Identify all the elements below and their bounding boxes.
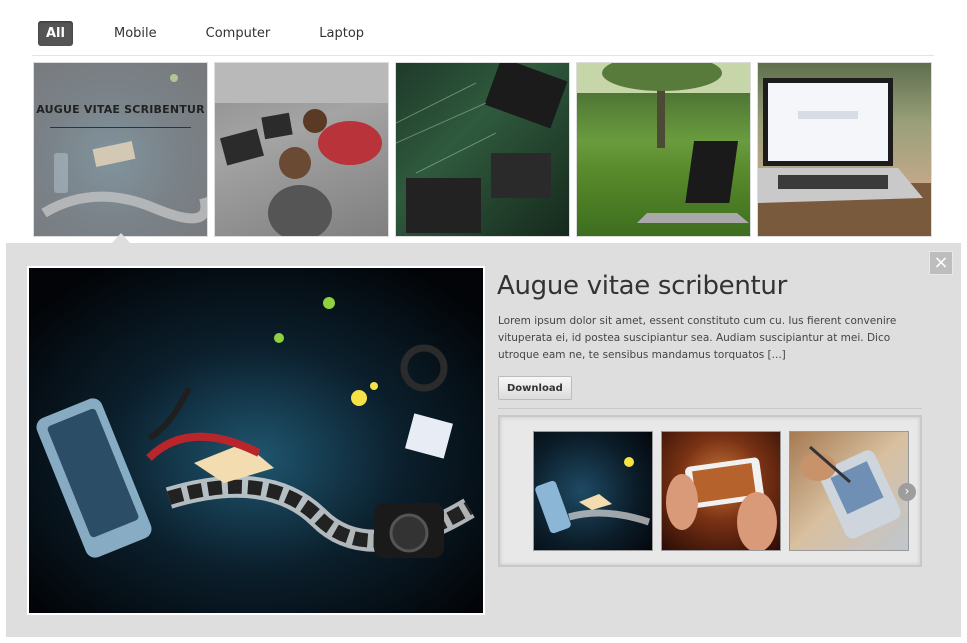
active-item-pointer (112, 233, 130, 243)
grid-item-laptop-grass[interactable] (576, 62, 751, 237)
close-icon[interactable]: × (929, 251, 953, 275)
laptop-grass-thumb-image (577, 63, 750, 223)
title-underline (50, 127, 191, 128)
filter-laptop[interactable]: Laptop (311, 21, 372, 46)
carousel-phone-image (666, 457, 777, 550)
detail-hero-image (27, 266, 485, 615)
circuit-board-thumb-image (396, 63, 568, 233)
expanded-detail-panel: × Augue vitae scribentur Lorem ipsum dol… (6, 243, 961, 637)
filter-mobile[interactable]: Mobile (106, 21, 165, 46)
detail-title: Augue vitae scribentur (497, 271, 788, 301)
kids-laptop-thumb-image (215, 63, 388, 236)
grid-item-multimedia[interactable]: AUGUE VITAE SCRIBENTUR (33, 62, 208, 237)
hover-overlay (34, 63, 207, 236)
multimedia-hero-illustration (29, 268, 483, 613)
download-button[interactable]: Download (498, 376, 572, 400)
portfolio-gallery: All Mobile Computer Laptop AUGUE VITAE S… (0, 0, 967, 643)
thumbnail-grid: AUGUE VITAE SCRIBENTUR (33, 62, 938, 237)
grid-item-macbook-google[interactable] (757, 62, 932, 237)
carousel-thumb-multimedia[interactable] (533, 431, 653, 551)
filter-all[interactable]: All (38, 21, 73, 46)
carousel-thumb-phone-camera[interactable] (661, 431, 781, 551)
carousel-thumb-pda-stylus[interactable] (789, 431, 909, 551)
carousel-next-icon[interactable]: › (898, 483, 916, 501)
carousel-multimedia-image (535, 457, 651, 534)
detail-description: Lorem ipsum dolor sit amet, essent const… (498, 315, 897, 361)
grid-item-title: AUGUE VITAE SCRIBENTUR (36, 103, 205, 116)
image-carousel: › (498, 415, 922, 567)
grid-item-kids-laptop[interactable] (214, 62, 389, 237)
filter-computer[interactable]: Computer (198, 21, 279, 46)
grid-item-circuit-board[interactable] (395, 62, 570, 237)
detail-divider (498, 408, 922, 409)
macbook-google-thumb-image (758, 78, 931, 236)
filter-bar: All Mobile Computer Laptop (38, 21, 405, 46)
filter-divider (32, 55, 934, 56)
carousel-pda-image (800, 445, 901, 539)
